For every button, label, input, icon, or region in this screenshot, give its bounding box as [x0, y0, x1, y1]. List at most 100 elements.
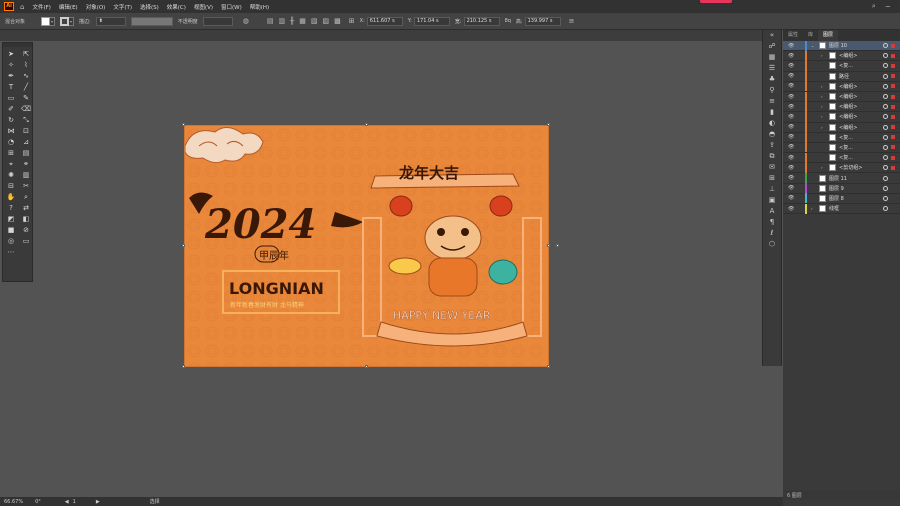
- more-tools-icon[interactable]: ⋯: [4, 247, 18, 257]
- layer-name[interactable]: <编组>: [839, 113, 857, 120]
- opacity-input[interactable]: [202, 16, 233, 26]
- distribute-panel-icon[interactable]: ⊥: [763, 184, 781, 195]
- layer-row[interactable]: 👁 › <编组>: [783, 50, 900, 62]
- collapse-icon[interactable]: «: [763, 30, 781, 41]
- target-circle-icon[interactable]: [883, 185, 888, 191]
- curvature-icon[interactable]: ∿: [19, 71, 33, 81]
- hand-tool-icon[interactable]: ✋: [4, 192, 18, 202]
- link-label[interactable]: 8q: [505, 18, 511, 24]
- rotate-icon[interactable]: ↻: [4, 115, 18, 125]
- handle-bm[interactable]: [365, 365, 368, 368]
- expand-closed-icon[interactable]: ›: [821, 165, 823, 170]
- menu-effect[interactable]: 效果(C): [167, 3, 186, 11]
- layer-name[interactable]: <编组>: [839, 103, 857, 110]
- screen-mode-icon[interactable]: ▭: [19, 236, 33, 246]
- align-icon[interactable]: ▤: [267, 17, 274, 25]
- rectangle-tool-icon[interactable]: ▭: [4, 93, 18, 103]
- none-color-icon[interactable]: ⊘: [19, 225, 33, 235]
- graphic-styles-icon[interactable]: ⚲: [763, 85, 781, 96]
- next-page-icon[interactable]: ▶: [96, 499, 100, 505]
- mesh-icon[interactable]: ⊞: [4, 148, 18, 158]
- menu-help[interactable]: 帮助(H): [250, 3, 269, 11]
- visibility-eye-icon[interactable]: 👁: [788, 124, 794, 130]
- layer-name[interactable]: 图层 10: [829, 42, 847, 49]
- slice-tool-icon[interactable]: ✂: [19, 181, 33, 191]
- scale-icon[interactable]: ⤡: [19, 115, 33, 125]
- type-tool-icon[interactable]: T: [4, 82, 18, 92]
- libraries-icon[interactable]: ▦: [763, 52, 781, 63]
- handle-center-right[interactable]: [556, 244, 559, 247]
- layer-name[interactable]: <编组>: [839, 52, 857, 59]
- handle-bl[interactable]: [182, 365, 185, 368]
- direct-select-icon[interactable]: ⇱: [19, 49, 33, 59]
- layer-row[interactable]: 👁 图层 11: [783, 173, 900, 184]
- visibility-eye-icon[interactable]: 👁: [788, 195, 794, 201]
- layer-row[interactable]: 👁 › <剪切组>: [783, 162, 900, 174]
- width-tool-icon[interactable]: ⋈: [4, 126, 18, 136]
- layer-row[interactable]: 👁 <复...: [783, 60, 900, 72]
- target-circle-icon[interactable]: [883, 114, 888, 120]
- expand-closed-icon[interactable]: ›: [821, 94, 823, 99]
- align-center-icon[interactable]: ╫: [290, 17, 294, 25]
- layer-row[interactable]: 👁 图层 8: [783, 193, 900, 204]
- artboard-tool-icon[interactable]: ⊟: [4, 181, 18, 191]
- visibility-eye-icon[interactable]: 👁: [788, 104, 794, 110]
- search-icon[interactable]: ⌕: [872, 2, 876, 11]
- layer-row[interactable]: 👁 › 线框: [783, 203, 900, 215]
- target-circle-icon[interactable]: [883, 134, 888, 140]
- x-input[interactable]: 611.607 s: [366, 16, 403, 26]
- links-icon[interactable]: ⧉: [763, 151, 781, 162]
- align-top-icon[interactable]: ▧: [311, 17, 318, 25]
- visibility-eye-icon[interactable]: 👁: [788, 185, 794, 191]
- transform-icon[interactable]: ⊞: [349, 17, 355, 25]
- align-right-icon[interactable]: ▦: [299, 17, 306, 25]
- target-circle-icon[interactable]: [883, 195, 888, 201]
- eraser-icon[interactable]: ⌫: [19, 104, 33, 114]
- menu-object[interactable]: 对象(O): [86, 3, 106, 11]
- zoom-field[interactable]: 66.67%: [4, 499, 23, 505]
- tab-properties[interactable]: 属性: [783, 30, 803, 41]
- prev-page-icon[interactable]: ◀: [65, 499, 69, 505]
- selection-tool-icon[interactable]: ➤: [4, 49, 18, 59]
- free-transform-icon[interactable]: ⊡: [19, 126, 33, 136]
- appearance-icon[interactable]: ◓: [763, 129, 781, 140]
- target-circle-icon[interactable]: [883, 175, 888, 181]
- gradient-icon[interactable]: ▤: [19, 148, 33, 158]
- magic-wand-icon[interactable]: ✧: [4, 60, 18, 70]
- w-input[interactable]: 210.125 s: [463, 16, 500, 26]
- layer-row[interactable]: 👁 › <编组>: [783, 122, 900, 133]
- layer-name[interactable]: <复...: [839, 62, 853, 69]
- lasso-icon[interactable]: ⌇: [19, 60, 33, 70]
- expand-closed-icon[interactable]: ›: [821, 114, 823, 119]
- visibility-eye-icon[interactable]: 👁: [788, 43, 794, 49]
- column-graph-icon[interactable]: ▥: [19, 170, 33, 180]
- menu-edit[interactable]: 编辑(E): [59, 3, 78, 11]
- layer-name[interactable]: 图层 11: [829, 175, 847, 182]
- zoom-tool-icon[interactable]: ⌕: [19, 192, 33, 202]
- share-button[interactable]: [700, 0, 732, 3]
- default-colors-icon[interactable]: ◧: [19, 214, 33, 224]
- layer-name[interactable]: <编组>: [839, 124, 857, 131]
- align-panel-icon[interactable]: ⊞: [763, 173, 781, 184]
- align-middle-icon[interactable]: ▨: [323, 17, 330, 25]
- stroke-swatch[interactable]: ▾: [60, 16, 75, 26]
- menu-select[interactable]: 选择(S): [140, 3, 159, 11]
- line-tool-icon[interactable]: ╱: [19, 82, 33, 92]
- stroke-weight-input[interactable]: ⬍: [95, 16, 126, 26]
- target-circle-icon[interactable]: [883, 104, 888, 110]
- target-circle-icon[interactable]: [883, 83, 888, 89]
- visibility-eye-icon[interactable]: 👁: [788, 83, 794, 89]
- menu-type[interactable]: 文字(T): [113, 3, 132, 11]
- target-circle-icon[interactable]: [883, 43, 888, 49]
- tab-libraries[interactable]: 库: [803, 30, 818, 41]
- y-input[interactable]: 171.04 s: [413, 16, 450, 26]
- visibility-eye-icon[interactable]: 👁: [788, 144, 794, 150]
- artboard[interactable]: 2024 甲辰年 LONGNIAN 新年新春发财有财 龙马精神 龙年大吉 HAP…: [184, 125, 549, 367]
- symbol-sprayer-icon[interactable]: ✺: [4, 170, 18, 180]
- stroke-panel-icon[interactable]: ≡: [763, 96, 781, 107]
- blend-icon[interactable]: ⚭: [19, 159, 33, 169]
- layer-name[interactable]: <剪切组>: [839, 164, 862, 171]
- layer-name[interactable]: 图层 8: [829, 195, 844, 202]
- recolor-icon[interactable]: ◍: [243, 17, 249, 25]
- visibility-eye-icon[interactable]: 👁: [788, 155, 794, 161]
